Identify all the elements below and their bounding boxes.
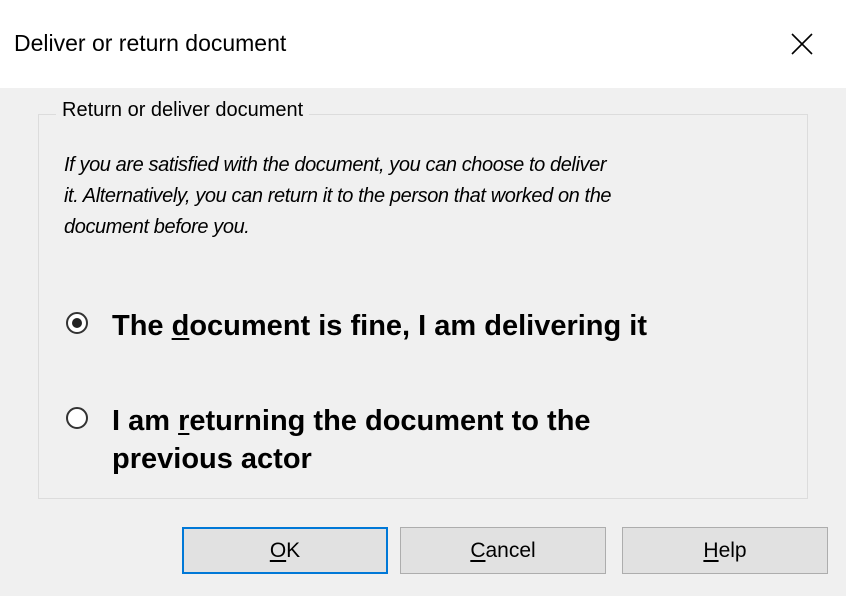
deliver-return-dialog: Deliver or return document Return or del… <box>0 0 846 596</box>
description-line: If you are satisfied with the document, … <box>64 154 607 176</box>
title-bar: Deliver or return document <box>0 0 846 88</box>
description-line: document before you. <box>64 216 250 238</box>
radio-return[interactable]: I am returning the document to the previo… <box>66 402 591 478</box>
radio-circle-deliver[interactable] <box>66 312 88 334</box>
close-button[interactable] <box>758 0 846 88</box>
window-title: Deliver or return document <box>14 30 287 56</box>
help-button[interactable]: Help <box>622 527 828 574</box>
radio-deliver-label[interactable]: The document is fine, I am delivering it <box>112 307 647 345</box>
radio-circle-return[interactable] <box>66 407 88 429</box>
ok-button[interactable]: OK <box>182 527 388 574</box>
radio-selected-dot <box>72 318 82 328</box>
group-legend: Return or deliver document <box>56 99 310 122</box>
close-icon <box>791 33 813 55</box>
description-text: If you are satisfied with the document, … <box>64 150 804 243</box>
description-line: it. Alternatively, you can return it to … <box>64 185 612 207</box>
radio-return-label[interactable]: I am returning the document to the previo… <box>112 402 591 478</box>
radio-deliver[interactable]: The document is fine, I am delivering it <box>66 307 647 345</box>
cancel-button[interactable]: Cancel <box>400 527 606 574</box>
